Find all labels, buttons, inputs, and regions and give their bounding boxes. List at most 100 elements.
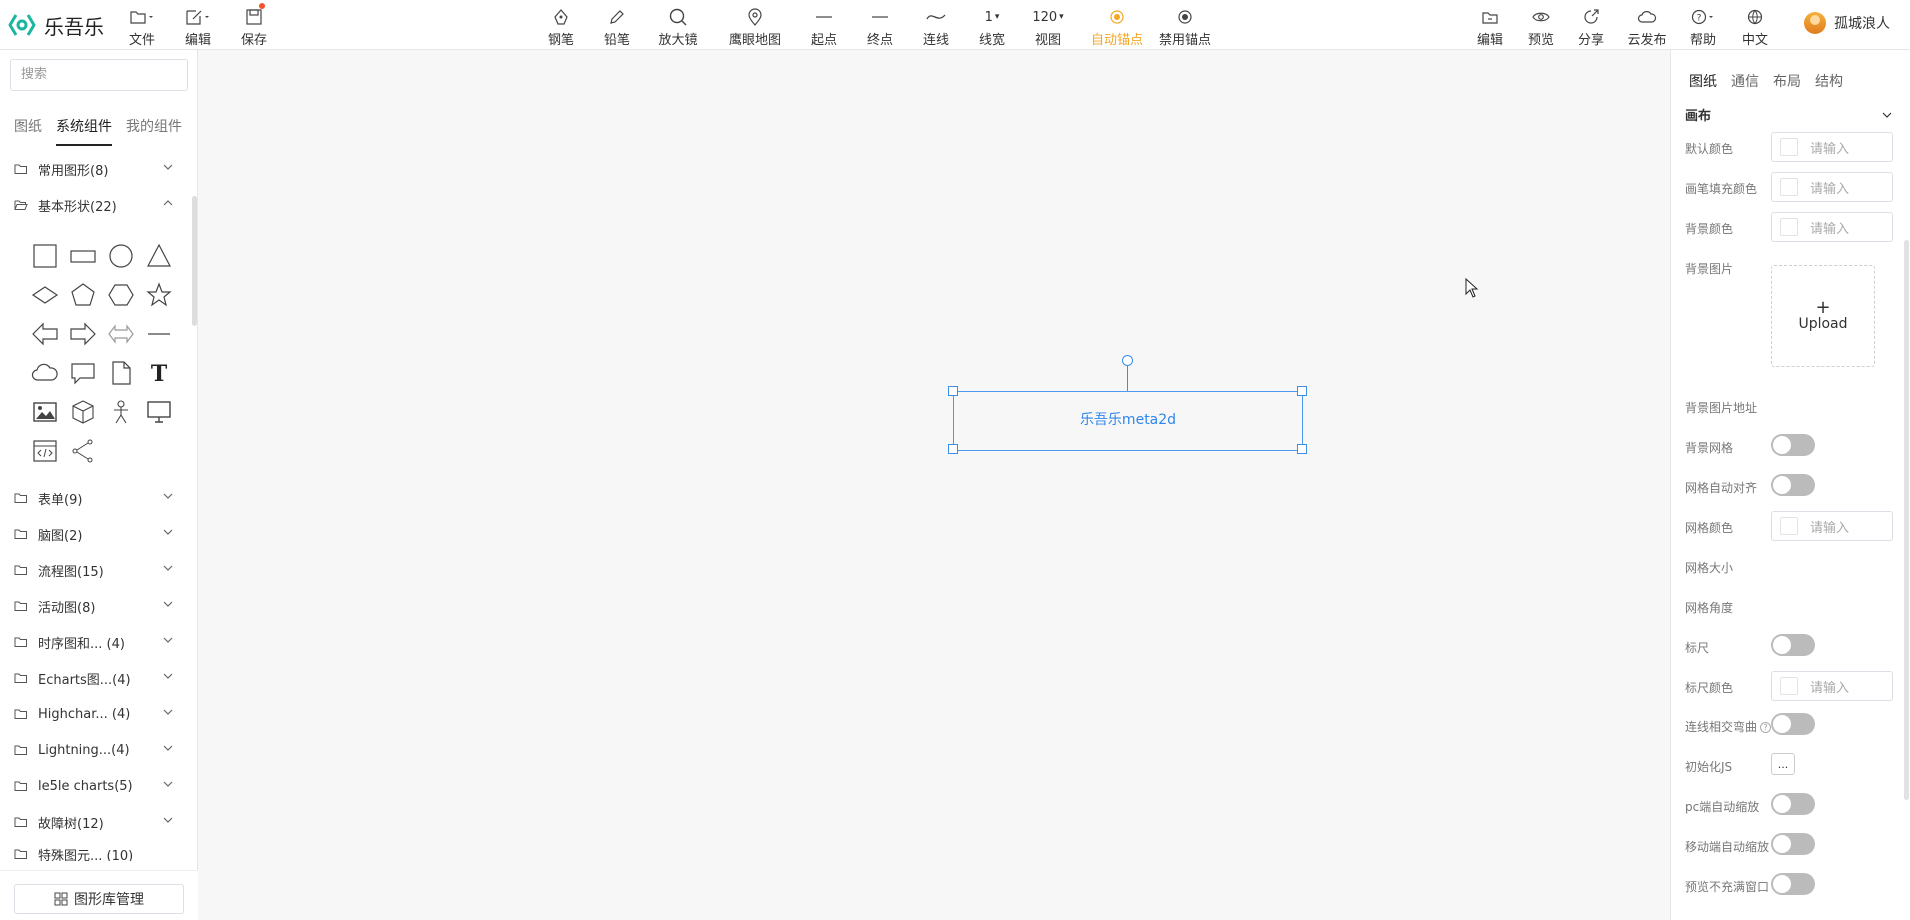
right-arrow-shape-icon[interactable] [64,314,102,353]
disable-anchor-button[interactable]: 禁用锚点 [1157,6,1213,48]
left-arrow-shape-icon[interactable] [26,314,64,353]
logo[interactable]: 乐吾乐 [8,10,104,40]
pc-autoscale-toggle[interactable] [1771,793,1815,815]
diamond-shape-icon[interactable] [26,275,64,314]
grid-snap-toggle[interactable] [1771,474,1815,496]
tab-drawing[interactable]: 图纸 [1689,71,1717,91]
zoom-select[interactable]: 120 ▾ 视图 [1020,6,1076,49]
help-button[interactable]: ? 帮助 [1675,6,1731,48]
pencil-icon [608,6,626,28]
ruler-label: 标尺 [1685,641,1710,655]
upload-button[interactable]: + Upload [1771,265,1875,367]
code-shape-icon[interactable] [26,431,64,470]
square-shape-icon[interactable] [26,236,64,275]
category-sequence[interactable]: 时序图和... (4) [14,632,174,652]
default-color-input[interactable]: 请输入 [1771,132,1893,162]
category-fault-tree[interactable]: 故障树(12) [14,812,174,832]
folder-icon [14,601,27,611]
save-button[interactable]: 保存 [226,6,282,48]
line-shape-icon[interactable] [140,314,178,353]
category-lightning[interactable]: Lightning...(4) [14,740,174,760]
resize-handle-top-right[interactable] [1297,386,1307,396]
person-shape-icon[interactable] [102,392,140,431]
file-menu-button[interactable]: 文件 [114,6,170,48]
resize-handle-bottom-left[interactable] [948,444,958,454]
tab-communication[interactable]: 通信 [1731,71,1759,91]
ruler-color-input[interactable]: 请输入 [1771,671,1893,701]
edit-menu-button[interactable]: 编辑 [170,6,226,48]
triangle-shape-icon[interactable] [140,236,178,275]
ruler-toggle[interactable] [1771,634,1815,656]
search-input[interactable]: 搜索 [10,59,188,91]
category-form[interactable]: 表单(9) [14,488,174,508]
bg-grid-toggle[interactable] [1771,434,1815,456]
circle-shape-icon[interactable] [102,236,140,275]
tab-my-components[interactable]: 我的组件 [126,116,182,146]
category-le5le-charts[interactable]: le5le charts(5) [14,776,174,796]
pencil-tool-button[interactable]: 铅笔 [589,6,645,48]
share-button[interactable]: 分享 [1563,6,1619,48]
category-highcharts[interactable]: Highchar... (4) [14,704,174,724]
pen-tool-button[interactable]: 钢笔 [533,6,589,48]
image-shape-icon[interactable] [26,392,64,431]
preview-fill-toggle[interactable] [1771,873,1815,895]
bg-color-label: 背景颜色 [1685,222,1734,236]
preview-button[interactable]: 预览 [1513,6,1569,48]
canvas-section-header[interactable]: 画布 [1685,105,1893,124]
edit-mode-button[interactable]: 编辑 [1462,6,1518,48]
category-basic-shapes[interactable]: 基本形状(22) [14,195,174,215]
pentagon-shape-icon[interactable] [64,275,102,314]
bg-image-url-label: 背景图片地址 [1685,401,1758,415]
text-shape-icon[interactable]: T [140,353,178,392]
drawing-canvas[interactable] [199,50,1670,920]
category-activity[interactable]: 活动图(8) [14,596,174,616]
library-manage-button[interactable]: 图形库管理 [14,884,184,914]
resize-handle-top-left[interactable] [948,386,958,396]
chevron-down-icon [163,493,173,499]
rotate-handle[interactable] [1122,355,1133,366]
brush-fill-input[interactable]: 请输入 [1771,172,1893,202]
save-icon [245,6,263,28]
tab-system-components[interactable]: 系统组件 [56,116,112,146]
help-icon[interactable]: ? [1760,722,1772,733]
cloud-shape-icon[interactable] [26,353,64,392]
chevron-down-icon: ▾ [994,12,1000,22]
star-shape-icon[interactable] [140,275,178,314]
bg-color-input[interactable]: 请输入 [1771,212,1893,242]
connector-type-button[interactable]: 连线 [908,6,964,48]
cloud-publish-button[interactable]: 云发布 [1619,6,1675,48]
magnifier-button[interactable]: 放大镜 [650,6,706,48]
tab-drawings[interactable]: 图纸 [14,116,42,146]
line-cross-toggle[interactable] [1771,713,1815,735]
category-mindmap[interactable]: 脑图(2) [14,524,174,544]
category-special[interactable]: 特殊图元... (10) [14,847,174,861]
share-shape-icon[interactable] [64,431,102,470]
auto-anchor-button[interactable]: 自动锚点 [1089,6,1145,48]
category-echarts[interactable]: Echarts图...(4) [14,668,174,688]
tab-structure[interactable]: 结构 [1815,71,1843,91]
mobile-autoscale-toggle[interactable] [1771,833,1815,855]
double-arrow-shape-icon[interactable] [102,314,140,353]
category-common-shapes[interactable]: 常用图形(8) [14,159,174,179]
curve-line-icon [925,6,947,28]
grid-color-input[interactable]: 请输入 [1771,511,1893,541]
line-width-select[interactable]: 1 ▾ 线宽 [964,6,1020,49]
line-end-button[interactable]: 终点 [852,6,908,48]
line-start-button[interactable]: 起点 [796,6,852,48]
category-flowchart[interactable]: 流程图(15) [14,560,174,580]
cube-shape-icon[interactable] [64,392,102,431]
language-button[interactable]: 中文 [1727,6,1783,48]
rectangle-shape-icon[interactable] [64,236,102,275]
right-scrollbar[interactable] [1904,240,1909,800]
bg-grid-label: 背景网格 [1685,441,1734,455]
left-scrollbar[interactable] [192,196,197,326]
message-shape-icon[interactable] [64,353,102,392]
resize-handle-bottom-right[interactable] [1297,444,1307,454]
tab-layout[interactable]: 布局 [1773,71,1801,91]
file-shape-icon[interactable] [102,353,140,392]
monitor-shape-icon[interactable] [140,392,178,431]
hexagon-shape-icon[interactable] [102,275,140,314]
minimap-button[interactable]: 鹰眼地图 [727,6,783,48]
init-js-button[interactable]: ... [1771,753,1795,775]
user-menu[interactable]: 孤城浪人 [1804,12,1890,34]
